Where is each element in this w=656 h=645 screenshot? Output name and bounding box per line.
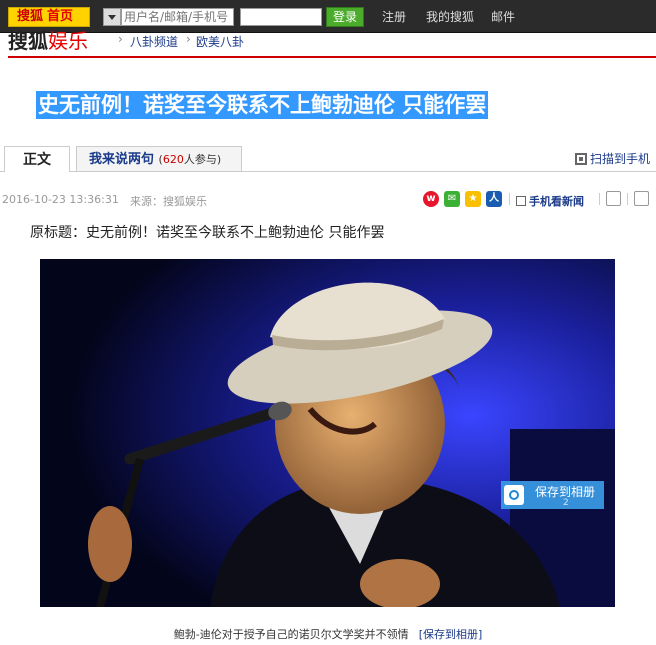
comment-suffix: 人参与 (183, 153, 217, 166)
qzone-icon[interactable]: ★ (465, 191, 481, 207)
original-title: 原标题：史无前例！诺奖至今联系不上鲍勃迪伦 只能作罢 (30, 225, 385, 241)
breadcrumb-separator: › (118, 32, 123, 46)
font-size-icon[interactable] (606, 191, 621, 206)
publish-datetime: 2016-10-23 13:36:31 (2, 193, 119, 206)
renren-icon[interactable]: 人 (486, 191, 502, 207)
divider (509, 193, 510, 205)
save-to-album-button[interactable]: 保存到相册 2 (501, 481, 604, 509)
scan-qr-icon (575, 153, 587, 165)
mobile-news-label: 手机看新闻 (529, 195, 584, 208)
caption-text: 鲍勃-迪伦对于授予自己的诺贝尔文学奖并不领情 (173, 628, 409, 641)
channel-logo-sohu: 搜狐 (8, 29, 48, 53)
comment-count: 620 (162, 153, 184, 166)
dropdown-arrow-icon[interactable] (103, 8, 121, 26)
tab-comments[interactable]: 我来说两句 (620人参与) (76, 146, 242, 172)
caption-save-link[interactable]: [保存到相册] (419, 628, 483, 641)
brand-sohu-text: 搜狐 (17, 9, 44, 24)
channel-logo-ent: 娱乐 (48, 29, 88, 53)
login-button[interactable]: 登录 (326, 7, 364, 27)
save-album-count: 2 (563, 498, 569, 508)
mail-link[interactable]: 邮件 (491, 8, 515, 26)
top-navigation-bar: 搜狐首页 登录 注册 我的搜狐 邮件 (0, 0, 656, 33)
print-icon[interactable] (634, 191, 649, 206)
scan-to-phone-link[interactable]: 扫描到手机 (575, 150, 650, 167)
password-input[interactable] (240, 8, 322, 26)
sohu-home-link[interactable]: 搜狐 首页 (8, 7, 90, 27)
photo-caption: 鲍勃-迪伦对于授予自己的诺贝尔文学奖并不领情 [保存到相册] (0, 626, 656, 642)
tab-main-text[interactable]: 正文 (4, 146, 70, 172)
article-source: 来源：搜狐娱乐 (130, 195, 207, 208)
breadcrumb-gossip-channel[interactable]: 八卦频道 (130, 33, 178, 50)
weibo-icon[interactable]: w (423, 191, 439, 207)
my-sohu-link[interactable]: 我的搜狐 (426, 8, 474, 26)
brand-home-text: 首页 (47, 9, 74, 24)
divider (627, 193, 628, 205)
download-icon (516, 196, 526, 206)
username-input[interactable] (121, 8, 234, 26)
photo-illustration (40, 259, 615, 607)
register-link[interactable]: 注册 (382, 8, 406, 26)
article-title: 史无前例！诺奖至今联系不上鲍勃迪伦 只能作罢 (36, 91, 489, 119)
article-photo[interactable] (40, 259, 615, 607)
breadcrumb-western-gossip[interactable]: 欧美八卦 (196, 33, 244, 50)
channel-logo[interactable]: 搜狐娱乐 (8, 30, 88, 52)
breadcrumb-separator: › (186, 32, 191, 46)
scan-label: 扫描到手机 (590, 152, 651, 166)
mobile-news-link[interactable]: 手机看新闻 (516, 193, 584, 209)
wechat-icon[interactable]: ✉ (444, 191, 460, 207)
comments-label: 我来说两句 (89, 152, 155, 167)
header-divider (8, 56, 656, 58)
divider (599, 193, 600, 205)
save-album-icon (504, 485, 524, 505)
